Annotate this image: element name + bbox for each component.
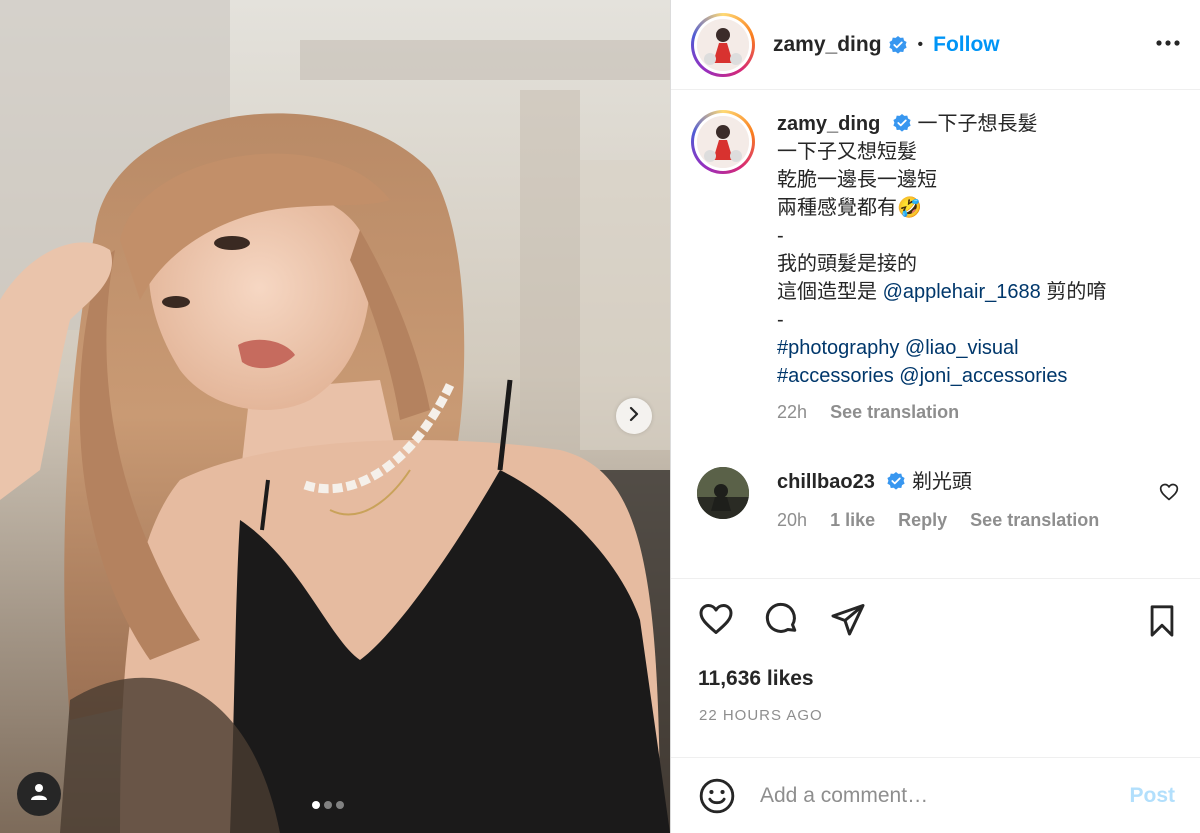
follow-button[interactable]: Follow (933, 33, 1000, 57)
commenter-username[interactable]: chillbao23 (777, 471, 875, 493)
caption-line: 兩種感覺都有🤣 (777, 197, 922, 219)
see-translation-button[interactable]: See translation (970, 510, 1099, 530)
caption-line: 我的頭髮是接的 (777, 253, 917, 275)
emoji-icon (698, 778, 736, 819)
share-icon (829, 604, 867, 641)
more-options-button[interactable] (1155, 32, 1181, 59)
verified-icon (886, 470, 906, 490)
hashtag-link[interactable]: #accessories (777, 365, 894, 387)
verified-icon (892, 113, 912, 133)
heart-icon (697, 604, 735, 641)
post-actions: 11,636 likes 22 HOURS AGO (671, 578, 1200, 748)
commenter-avatar[interactable] (697, 467, 749, 519)
share-button[interactable] (829, 601, 867, 642)
author-username[interactable]: zamy_ding (773, 33, 882, 57)
post-photo (0, 0, 670, 833)
see-translation-button[interactable]: See translation (830, 402, 959, 422)
comment-button[interactable] (763, 601, 801, 642)
post-timestamp[interactable]: 22 HOURS AGO (699, 707, 823, 724)
carousel-dot (336, 801, 344, 809)
comments-section[interactable]: zamy_ding 一下子想長髮 一下子又想短髮 乾脆一邊長一邊短 兩種感覺都有… (671, 90, 1200, 578)
caption-line: - (777, 225, 784, 247)
caption-meta: 22h See translation (777, 398, 1177, 426)
comment-text: 剃光頭 (911, 471, 972, 493)
caption-line: 這個造型是 (777, 281, 877, 303)
post-caption: zamy_ding 一下子想長髮 一下子又想短髮 乾脆一邊長一邊短 兩種感覺都有… (691, 110, 1177, 426)
caption-line: 一下子想長髮 (917, 113, 1038, 135)
emoji-button[interactable] (698, 777, 736, 815)
caption-line: 乾脆一邊長一邊短 (777, 169, 937, 191)
mention-link[interactable]: @liao_visual (905, 337, 1019, 359)
user-tag-icon (29, 782, 49, 807)
chevron-right-icon (626, 406, 642, 427)
carousel-dot-active (312, 801, 320, 809)
caption-author-avatar[interactable] (691, 110, 755, 174)
mention-link[interactable]: @joni_accessories (899, 365, 1067, 387)
caption-line: 剪的唷 (1046, 281, 1107, 303)
like-button[interactable] (697, 601, 735, 642)
carousel-next-button[interactable] (616, 398, 652, 434)
hashtag-link[interactable]: #photography (777, 337, 899, 359)
comment-input[interactable] (760, 783, 1110, 808)
comment-meta: 20h 1 like Reply See translation (777, 505, 1117, 535)
header-separator: • (917, 35, 924, 53)
caption-time[interactable]: 22h (777, 402, 807, 422)
comment-likes[interactable]: 1 like (830, 510, 875, 530)
caption-username[interactable]: zamy_ding (777, 113, 880, 135)
comment-like-button[interactable] (1159, 482, 1179, 507)
comment-icon (763, 602, 801, 641)
carousel-dot (324, 801, 332, 809)
caption-text: zamy_ding 一下子想長髮 一下子又想短髮 乾脆一邊長一邊短 兩種感覺都有… (777, 110, 1177, 426)
likes-count[interactable]: 11,636 likes (698, 667, 814, 691)
heart-icon (1159, 483, 1179, 506)
bookmark-icon (1145, 605, 1179, 643)
caption-line: 一下子又想短髮 (777, 141, 917, 163)
post-media[interactable] (0, 0, 670, 833)
more-icon (1155, 40, 1181, 58)
tagged-users-button[interactable] (17, 772, 61, 816)
comment-item: chillbao23 剃光頭 20h 1 like Reply See tran… (697, 467, 1177, 535)
verified-icon (888, 35, 908, 55)
add-comment-bar: Post (671, 757, 1200, 833)
post-comment-button[interactable]: Post (1129, 784, 1175, 808)
carousel-indicator (312, 801, 344, 809)
author-avatar[interactable] (691, 12, 755, 77)
post-header: zamy_ding • Follow (671, 0, 1200, 90)
save-button[interactable] (1145, 603, 1179, 644)
mention-link[interactable]: @applehair_1688 (883, 281, 1041, 303)
caption-line: - (777, 309, 784, 331)
post-side-panel: zamy_ding • Follow zamy_ding 一下子想長髮 一下子又… (670, 0, 1200, 833)
reply-button[interactable]: Reply (898, 510, 947, 530)
comment-time[interactable]: 20h (777, 510, 807, 530)
